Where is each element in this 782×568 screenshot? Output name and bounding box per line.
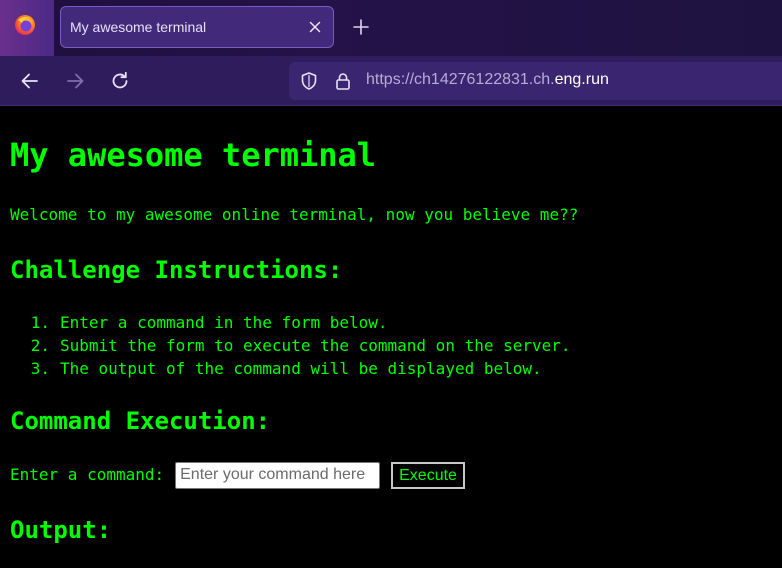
- page-content: My awesome terminal Welcome to my awesom…: [0, 107, 782, 568]
- tab-strip: My awesome terminal: [0, 0, 782, 56]
- execution-heading: Command Execution:: [10, 407, 271, 435]
- command-label: Enter a command:: [10, 465, 165, 484]
- list-item-text: The output of the command will be displa…: [60, 359, 542, 378]
- reload-icon[interactable]: [109, 70, 131, 92]
- url-text[interactable]: https://ch14276122831.ch.eng.run: [366, 71, 609, 89]
- plus-icon[interactable]: [352, 18, 370, 36]
- tab-title: My awesome terminal: [70, 19, 207, 35]
- close-icon[interactable]: [307, 19, 323, 35]
- page-title: My awesome terminal: [10, 136, 377, 174]
- list-item: 3. The output of the command will be disp…: [0, 357, 571, 380]
- tab-active[interactable]: My awesome terminal: [60, 6, 334, 48]
- back-arrow-icon[interactable]: [19, 70, 41, 92]
- url-host: eng.run: [554, 71, 609, 88]
- firefox-menu-slot[interactable]: [0, 0, 54, 56]
- output-heading: Output:: [10, 516, 112, 544]
- execute-button[interactable]: Execute: [391, 461, 465, 489]
- lock-icon[interactable]: [333, 71, 353, 91]
- list-item-number: 2.: [30, 336, 50, 355]
- shield-icon[interactable]: [299, 71, 319, 91]
- list-item-number: 1.: [30, 313, 50, 332]
- list-item: 1. Enter a command in the form below.: [0, 311, 571, 334]
- url-prefix: https://ch14276122831.ch.: [366, 71, 555, 88]
- list-item: 2. Submit the form to execute the command…: [0, 334, 571, 357]
- list-item-number: 3.: [30, 359, 50, 378]
- command-input[interactable]: [175, 461, 381, 489]
- address-bar[interactable]: https://ch14276122831.ch.eng.run: [289, 62, 782, 100]
- firefox-logo-icon: [15, 15, 35, 35]
- list-item-text: Submit the form to execute the command o…: [60, 336, 571, 355]
- forward-arrow-icon[interactable]: [64, 70, 86, 92]
- list-item-text: Enter a command in the form below.: [60, 313, 388, 332]
- command-form: Enter a command: Execute: [10, 461, 465, 489]
- welcome-text: Welcome to my awesome online terminal, n…: [10, 205, 579, 224]
- instructions-list: 1. Enter a command in the form below. 2. S…: [0, 311, 571, 380]
- instructions-heading: Challenge Instructions:: [10, 256, 343, 284]
- navigation-toolbar: https://ch14276122831.ch.eng.run: [0, 56, 782, 106]
